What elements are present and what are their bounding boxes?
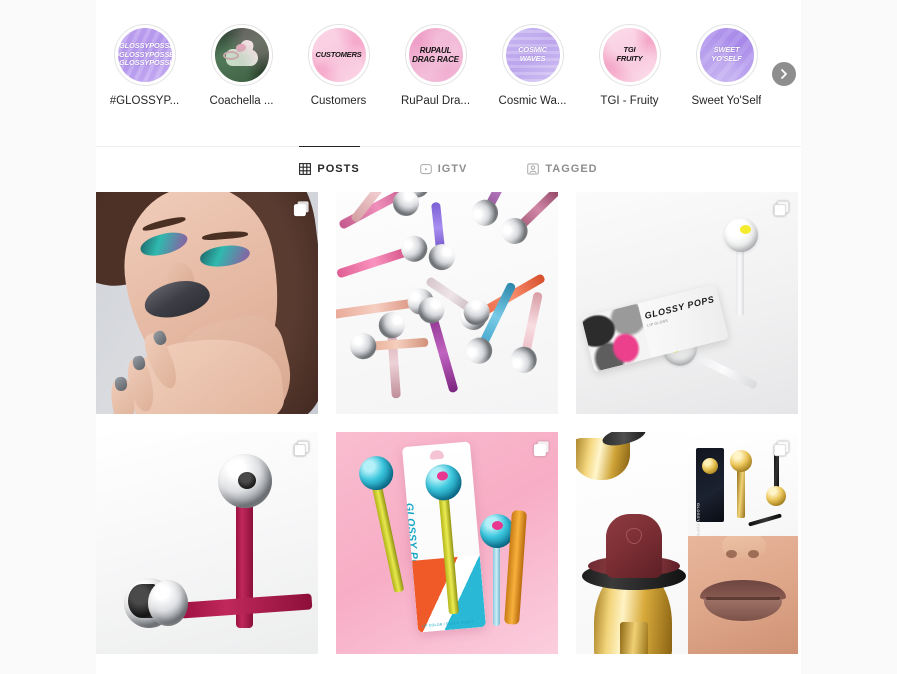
- profile-tabbar: POSTS IGTV TAGGED: [96, 146, 801, 190]
- unicorn-float-graphic: [222, 38, 262, 73]
- story-highlights-row: #GLOSSYPOSSE #GLOSSYPOSSE #GLOSSYPOSSE #GL…: [96, 0, 801, 107]
- story-highlight-label: #GLOSSYP...: [109, 95, 180, 107]
- story-highlight-ring: CUSTOMERS: [307, 24, 370, 86]
- story-highlight-ring: COSMIC WAVES: [501, 24, 564, 86]
- story-highlight-ring: RUPAUL DRAG RACE: [404, 24, 467, 86]
- highlights-next-button[interactable]: [772, 62, 796, 86]
- story-highlight-cover-text: CUSTOMERS: [315, 49, 362, 59]
- story-highlight-sweet-yoself[interactable]: SWEET YO'SELF Sweet Yo'Self: [678, 24, 775, 107]
- story-highlight-cover: [214, 28, 269, 82]
- story-highlight-cover-text: COSMIC WAVES: [518, 45, 547, 63]
- story-highlight-label: TGI - Fruity: [600, 95, 659, 107]
- post-glossy-pops-white[interactable]: GLOSSY POPS LIP GLOSS: [576, 192, 798, 414]
- story-highlight-rupaul[interactable]: RUPAUL DRAG RACE RuPaul Dra...: [387, 24, 484, 107]
- tab-posts[interactable]: POSTS: [299, 146, 360, 189]
- story-highlight-ring: #GLOSSYPOSSE #GLOSSYPOSSE #GLOSSYPOSSE: [113, 24, 176, 86]
- story-highlight-label: Coachella ...: [209, 95, 274, 107]
- story-highlight-customers[interactable]: CUSTOMERS Customers: [290, 24, 387, 107]
- carousel-icon: [773, 200, 790, 217]
- grid-icon: [299, 163, 312, 175]
- tab-igtv[interactable]: IGTV: [419, 146, 468, 189]
- story-highlight-cover: TGI FRUITY: [602, 28, 657, 82]
- story-highlight-cover-text: TGI FRUITY: [616, 45, 643, 63]
- story-highlight-ring: SWEET YO'SELF: [695, 24, 758, 86]
- story-highlight-cover-text: RUPAUL DRAG RACE: [412, 45, 459, 64]
- profile-content-column: #GLOSSYPOSSE #GLOSSYPOSSE #GLOSSYPOSSE #GL…: [96, 0, 801, 674]
- tagged-icon: [527, 162, 540, 175]
- story-highlight-cover-text: SWEET YO'SELF: [711, 45, 742, 63]
- story-highlight-cover: #GLOSSYPOSSE #GLOSSYPOSSE #GLOSSYPOSSE: [117, 28, 172, 82]
- story-highlight-label: Customers: [310, 95, 367, 107]
- carousel-icon: [293, 440, 310, 457]
- story-highlight-tgi-fruity[interactable]: TGI FRUITY TGI - Fruity: [581, 24, 678, 107]
- story-highlight-cover-text: #GLOSSYPOSSE #GLOSSYPOSSE #GLOSSYPOSSE: [117, 41, 172, 68]
- story-highlight-glossyposse[interactable]: #GLOSSYPOSSE #GLOSSYPOSSE #GLOSSYPOSSE #GL…: [96, 24, 193, 107]
- post-makeup-model[interactable]: [96, 192, 318, 414]
- instagram-profile-page: #GLOSSYPOSSE #GLOSSYPOSSE #GLOSSYPOSSE #GL…: [0, 0, 897, 674]
- story-highlight-cover: CUSTOMERS: [311, 28, 366, 82]
- tab-tagged-label: TAGGED: [545, 162, 598, 175]
- carousel-icon: [533, 440, 550, 457]
- story-highlight-coachella[interactable]: Coachella ...: [193, 24, 290, 107]
- story-highlight-cosmic-waves[interactable]: COSMIC WAVES Cosmic Wa...: [484, 24, 581, 107]
- posts-grid: GLOSSY POPS LIP GLOSS GLOSSY POPS LIP CO…: [96, 192, 801, 654]
- story-highlight-ring: [210, 24, 273, 86]
- post-gloss-wands[interactable]: [336, 192, 558, 414]
- tab-posts-label: POSTS: [317, 163, 360, 175]
- post-burgundy-chrome[interactable]: [96, 432, 318, 654]
- story-highlight-cover: SWEET YO'SELF: [699, 28, 754, 82]
- chevron-right-icon: [781, 69, 787, 79]
- story-highlight-ring: TGI FRUITY: [598, 24, 661, 86]
- tab-igtv-label: IGTV: [437, 162, 468, 175]
- post-glossy-pops-pink[interactable]: GLOSSY POPS LIP COLOR / PEACH SCENT: [336, 432, 558, 654]
- igtv-icon: [419, 163, 432, 175]
- carousel-icon: [293, 200, 310, 217]
- story-highlight-cover: RUPAUL DRAG RACE: [408, 28, 463, 82]
- carousel-icon: [773, 440, 790, 457]
- post-gold-lipstick[interactable]: GLOSSY POPS: [576, 432, 798, 654]
- story-highlight-cover: COSMIC WAVES: [505, 28, 560, 82]
- collage-pane-left: [576, 432, 688, 654]
- story-highlight-label: RuPaul Dra...: [400, 95, 471, 107]
- story-highlight-label: Cosmic Wa...: [498, 95, 567, 107]
- story-highlight-label: Sweet Yo'Self: [691, 95, 762, 107]
- tab-tagged[interactable]: TAGGED: [527, 146, 597, 189]
- collage-pane-bottom-right: [688, 536, 798, 654]
